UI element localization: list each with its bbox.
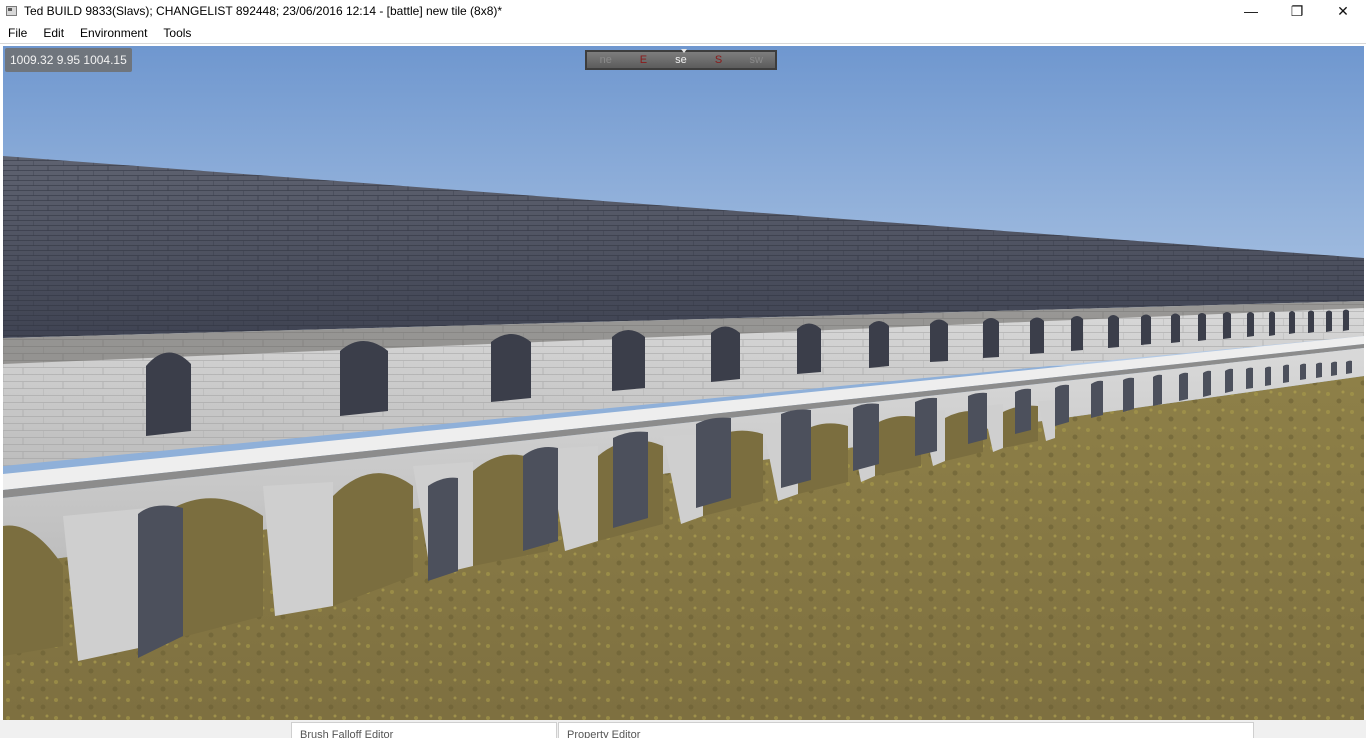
compass-label-se: se <box>675 54 687 66</box>
bottom-panel-area: Brush Falloff Editor Property Editor <box>0 720 1366 738</box>
menu-tools[interactable]: Tools <box>155 22 199 44</box>
title-bar: Ted BUILD 9833(Slavs); CHANGELIST 892448… <box>0 0 1366 22</box>
brush-falloff-editor-title: Brush Falloff Editor <box>300 729 394 738</box>
close-icon: ✕ <box>1337 2 1349 19</box>
menu-environment[interactable]: Environment <box>72 22 155 44</box>
compass-label-ne: ne <box>599 54 612 66</box>
minimize-icon: — <box>1244 3 1258 19</box>
brush-falloff-editor-panel[interactable]: Brush Falloff Editor <box>291 722 557 738</box>
app-window-icon[interactable] <box>6 6 17 16</box>
compass-label-s: S <box>714 54 723 66</box>
close-button[interactable]: ✕ <box>1320 0 1366 22</box>
property-editor-panel[interactable]: Property Editor <box>558 722 1254 738</box>
menu-bar: File Edit Environment Tools <box>0 22 1366 44</box>
compass-pointer-icon <box>681 49 687 53</box>
restore-button[interactable]: ❐ <box>1274 0 1320 22</box>
minimize-button[interactable]: — <box>1228 0 1274 22</box>
compass-label-sw: sw <box>749 54 763 66</box>
3d-viewport[interactable]: 1009.32 9.95 1004.15 ne E se S sw <box>3 46 1364 736</box>
menu-edit[interactable]: Edit <box>35 22 72 44</box>
scene-render <box>3 46 1364 736</box>
menu-file[interactable]: File <box>0 22 35 44</box>
compass-bar[interactable]: ne E se S sw <box>585 49 777 70</box>
window-title: Ted BUILD 9833(Slavs); CHANGELIST 892448… <box>24 4 503 18</box>
window-controls: — ❐ ✕ <box>1228 0 1366 22</box>
property-editor-title: Property Editor <box>567 729 641 738</box>
restore-icon: ❐ <box>1290 2 1304 19</box>
camera-coordinates: 1009.32 9.95 1004.15 <box>5 48 132 72</box>
compass-label-e: E <box>639 54 648 66</box>
